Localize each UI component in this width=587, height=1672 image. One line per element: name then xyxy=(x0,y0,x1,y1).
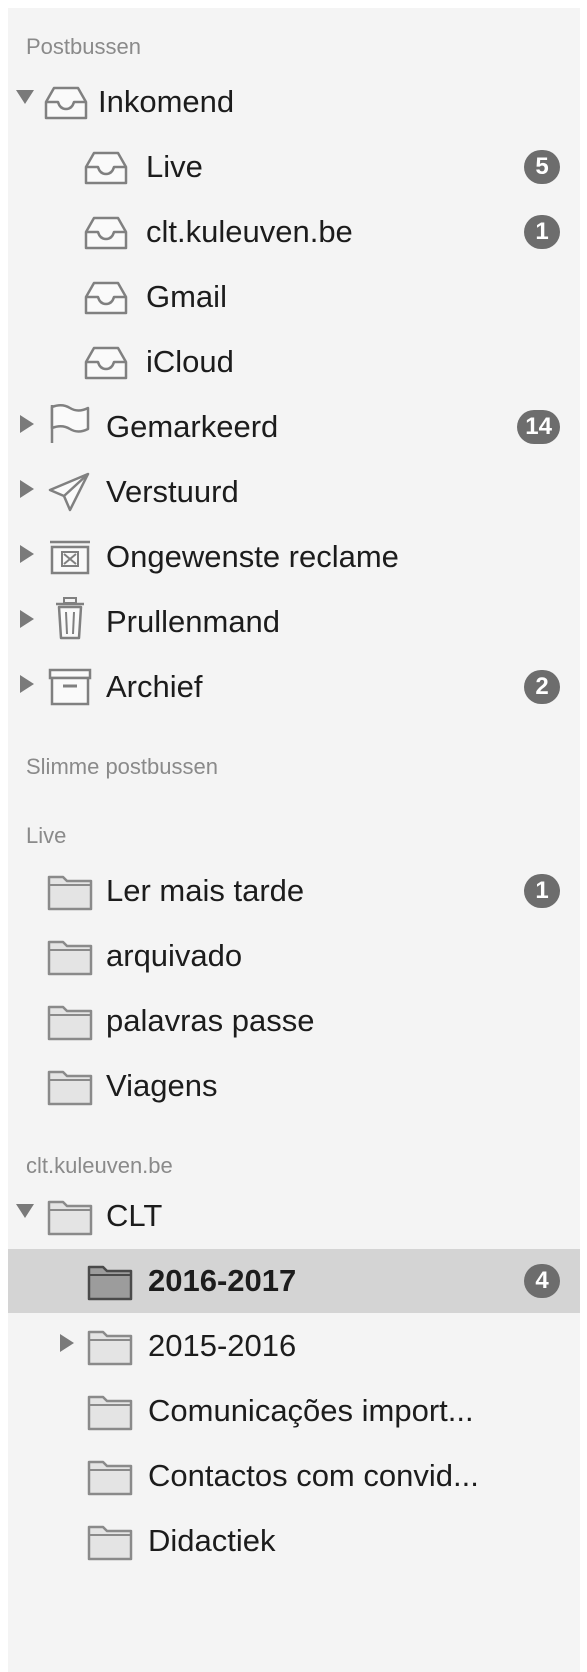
folder-label: Contactos com convid... xyxy=(148,1458,479,1493)
mailbox-label: Inkomend xyxy=(98,84,235,119)
folder-icon xyxy=(47,1200,93,1236)
folder-label: Didactiek xyxy=(148,1523,276,1558)
unread-count-badge: 1 xyxy=(524,874,560,908)
folder-label: 2015-2016 xyxy=(148,1328,297,1363)
mailbox-label: Archief xyxy=(106,669,203,704)
folder-icon xyxy=(47,1070,93,1106)
mailbox-trash[interactable]: Prullenmand xyxy=(8,590,580,654)
unread-count-badge: 14 xyxy=(517,410,560,444)
mailbox-label: Ongewenste reclame xyxy=(106,539,399,574)
folder-icon xyxy=(87,1330,133,1366)
inbox-icon xyxy=(84,346,128,380)
folder-icon xyxy=(47,1005,93,1041)
folder-label: arquivado xyxy=(106,938,243,973)
section-header-smart-mailboxes: Slimme postbussen xyxy=(26,754,218,779)
unread-count-badge: 1 xyxy=(524,215,560,249)
disclosure-collapsed-icon[interactable] xyxy=(20,675,34,693)
mailbox-label: Live xyxy=(146,149,203,184)
folder-label: Viagens xyxy=(106,1068,218,1103)
disclosure-expanded-icon[interactable] xyxy=(16,1204,34,1218)
disclosure-collapsed-icon[interactable] xyxy=(60,1334,74,1352)
mailbox-label: clt.kuleuven.be xyxy=(146,214,353,249)
inbox-icon xyxy=(84,151,128,185)
unread-count-badge: 2 xyxy=(524,670,560,704)
mailbox-junk[interactable]: Ongewenste reclame xyxy=(8,525,580,589)
mailbox-label: iCloud xyxy=(146,344,234,379)
mailbox-label: Gmail xyxy=(146,279,227,314)
folder-label: 2016-2017 xyxy=(148,1263,297,1298)
folder-clt[interactable]: CLT xyxy=(8,1184,580,1248)
paper-plane-icon xyxy=(48,472,90,512)
inbox-icon xyxy=(84,216,128,250)
mailbox-label: Verstuurd xyxy=(106,474,239,509)
folder-2015-2016[interactable]: 2015-2016 xyxy=(8,1314,580,1378)
folder-icon xyxy=(87,1460,133,1496)
folder-didactiek[interactable]: Didactiek xyxy=(8,1509,580,1573)
archive-icon xyxy=(48,668,92,706)
disclosure-expanded-icon[interactable] xyxy=(16,90,34,104)
section-header-clt-kuleuven: clt.kuleuven.be xyxy=(26,1153,173,1178)
mailbox-label: Gemarkeerd xyxy=(106,409,279,444)
mailbox-archive[interactable]: Archief 2 xyxy=(8,655,580,719)
mailbox-inbox-icloud[interactable]: iCloud xyxy=(8,330,580,394)
folder-label: CLT xyxy=(106,1198,163,1233)
folder-ler-mais-tarde[interactable]: Ler mais tarde 1 xyxy=(8,859,580,923)
folder-icon xyxy=(87,1395,133,1431)
section-header-mailboxes: Postbussen xyxy=(26,34,141,59)
disclosure-collapsed-icon[interactable] xyxy=(20,545,34,563)
section-header-live: Live xyxy=(26,823,67,848)
trash-icon xyxy=(56,597,84,640)
mailbox-inbox-clt-kuleuven[interactable]: clt.kuleuven.be 1 xyxy=(8,200,580,264)
mailbox-inbox[interactable]: Inkomend xyxy=(8,70,580,134)
unread-count-badge: 4 xyxy=(524,1264,560,1298)
folder-viagens[interactable]: Viagens xyxy=(8,1054,580,1118)
folder-icon xyxy=(47,875,93,911)
mailbox-inbox-live[interactable]: Live 5 xyxy=(8,135,580,199)
mail-sidebar: Postbussen Inkomend Live 5 clt.kuleuven.… xyxy=(8,8,580,1672)
disclosure-collapsed-icon[interactable] xyxy=(20,480,34,498)
folder-label: Ler mais tarde xyxy=(106,873,305,908)
folder-2016-2017[interactable]: 2016-2017 4 xyxy=(8,1249,580,1313)
folder-comunicacoes-importantes[interactable]: Comunicações import... xyxy=(8,1379,580,1443)
disclosure-collapsed-icon[interactable] xyxy=(20,415,34,433)
folder-arquivado[interactable]: arquivado xyxy=(8,924,580,988)
folder-palavras-passe[interactable]: palavras passe xyxy=(8,989,580,1053)
junk-icon xyxy=(50,540,90,575)
folder-label: Comunicações import... xyxy=(148,1393,474,1428)
folder-icon xyxy=(87,1265,133,1301)
disclosure-collapsed-icon[interactable] xyxy=(20,610,34,628)
mailbox-label: Prullenmand xyxy=(106,604,281,639)
folder-contactos-com-convidados[interactable]: Contactos com convid... xyxy=(8,1444,580,1508)
unread-count-badge: 5 xyxy=(524,150,560,184)
mailbox-flagged[interactable]: Gemarkeerd 14 xyxy=(8,395,580,459)
folder-label: palavras passe xyxy=(106,1003,315,1038)
folder-icon xyxy=(87,1525,133,1561)
folder-icon xyxy=(47,940,93,976)
flag-icon xyxy=(50,404,90,443)
inbox-icon xyxy=(44,86,88,120)
mailbox-sent[interactable]: Verstuurd xyxy=(8,460,580,524)
mailbox-inbox-gmail[interactable]: Gmail xyxy=(8,265,580,329)
inbox-icon xyxy=(84,281,128,315)
